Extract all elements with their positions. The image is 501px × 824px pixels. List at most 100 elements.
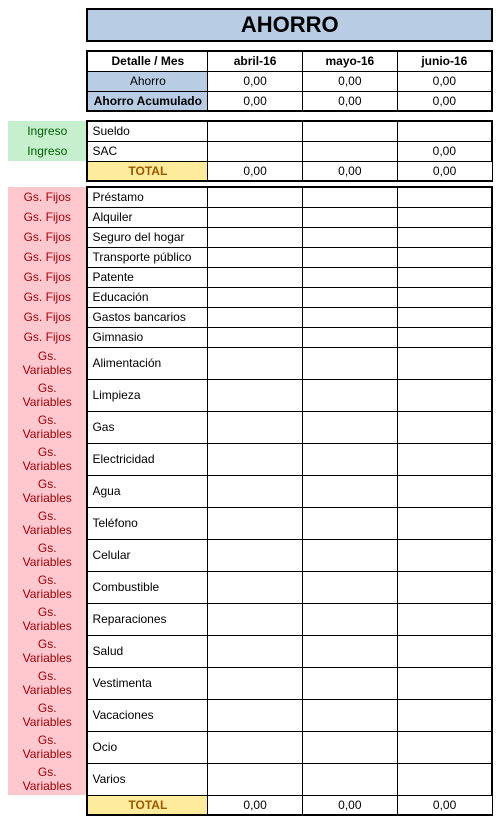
value-cell[interactable] [397,267,492,287]
value-cell[interactable] [302,187,397,207]
value-cell[interactable] [397,187,492,207]
value-cell[interactable] [302,571,397,603]
header-month-1: abril-16 [208,51,303,71]
value-cell[interactable] [302,267,397,287]
value-cell[interactable] [397,635,492,667]
value-cell[interactable] [208,475,303,507]
value-cell[interactable] [397,603,492,635]
detail-label: Limpieza [87,379,207,411]
value-cell[interactable] [302,411,397,443]
acum-val-3[interactable]: 0,00 [397,91,492,111]
value-cell[interactable] [208,347,303,379]
value-cell[interactable] [397,443,492,475]
total-value: 0,00 [397,795,492,815]
value-cell[interactable] [208,539,303,571]
category-label: Gs. Variables [8,539,87,571]
header-month-3: junio-16 [397,51,492,71]
value-cell[interactable] [397,411,492,443]
value-cell[interactable] [302,603,397,635]
value-cell[interactable] [302,287,397,307]
category-label: Gs. Fijos [8,207,87,227]
value-cell[interactable] [208,571,303,603]
value-cell[interactable] [302,121,397,141]
category-label: Gs. Variables [8,443,87,475]
value-cell[interactable] [302,635,397,667]
value-cell[interactable] [397,475,492,507]
value-cell[interactable] [302,227,397,247]
value-cell[interactable] [208,287,303,307]
value-cell[interactable] [208,141,303,161]
value-cell[interactable] [208,731,303,763]
value-cell[interactable] [397,327,492,347]
value-cell[interactable] [397,571,492,603]
ahorro-val-2[interactable]: 0,00 [302,71,397,91]
value-cell[interactable] [397,731,492,763]
detail-label: Seguro del hogar [87,227,207,247]
value-cell[interactable] [208,411,303,443]
value-cell[interactable] [208,763,303,795]
value-cell[interactable] [208,379,303,411]
value-cell[interactable] [302,327,397,347]
value-cell[interactable] [397,247,492,267]
value-cell[interactable] [302,763,397,795]
value-cell[interactable] [397,699,492,731]
value-cell[interactable] [302,247,397,267]
value-cell[interactable] [208,667,303,699]
value-cell[interactable] [208,327,303,347]
category-label: Gs. Fijos [8,287,87,307]
value-cell[interactable] [302,731,397,763]
value-cell[interactable] [397,121,492,141]
value-cell[interactable] [302,307,397,327]
value-cell[interactable] [208,187,303,207]
detail-label: Agua [87,475,207,507]
total-label: TOTAL [87,795,207,815]
total-value: 0,00 [208,161,303,181]
ahorro-val-3[interactable]: 0,00 [397,71,492,91]
value-cell[interactable] [397,539,492,571]
value-cell[interactable] [208,603,303,635]
category-label: Gs. Variables [8,667,87,699]
value-cell[interactable] [302,207,397,227]
title: AHORRO [87,9,492,41]
category-label: Gs. Variables [8,379,87,411]
value-cell[interactable] [208,247,303,267]
value-cell[interactable] [208,699,303,731]
value-cell[interactable] [397,287,492,307]
value-cell[interactable] [397,379,492,411]
acumulado-label: Ahorro Acumulado [87,91,207,111]
value-cell[interactable] [397,227,492,247]
value-cell[interactable] [397,667,492,699]
value-cell[interactable] [208,207,303,227]
detail-label: Salud [87,635,207,667]
value-cell[interactable] [302,507,397,539]
value-cell[interactable] [397,763,492,795]
ahorro-val-1[interactable]: 0,00 [208,71,303,91]
value-cell[interactable] [208,443,303,475]
acum-val-2[interactable]: 0,00 [302,91,397,111]
value-cell[interactable]: 0,00 [397,141,492,161]
detail-label: Transporte público [87,247,207,267]
value-cell[interactable] [302,699,397,731]
category-label: Gs. Variables [8,347,87,379]
value-cell[interactable] [208,227,303,247]
value-cell[interactable] [302,379,397,411]
value-cell[interactable] [302,443,397,475]
acum-val-1[interactable]: 0,00 [208,91,303,111]
value-cell[interactable] [208,267,303,287]
value-cell[interactable] [208,307,303,327]
value-cell[interactable] [208,635,303,667]
value-cell[interactable] [397,307,492,327]
value-cell[interactable] [302,475,397,507]
value-cell[interactable] [208,121,303,141]
value-cell[interactable] [302,667,397,699]
detail-label: Varios [87,763,207,795]
value-cell[interactable] [397,347,492,379]
value-cell[interactable] [397,207,492,227]
value-cell[interactable] [302,539,397,571]
detail-label: Vacaciones [87,699,207,731]
budget-table: AHORRO Detalle / Mes abril-16 mayo-16 ju… [8,8,493,816]
value-cell[interactable] [302,141,397,161]
value-cell[interactable] [397,507,492,539]
value-cell[interactable] [302,347,397,379]
value-cell[interactable] [208,507,303,539]
